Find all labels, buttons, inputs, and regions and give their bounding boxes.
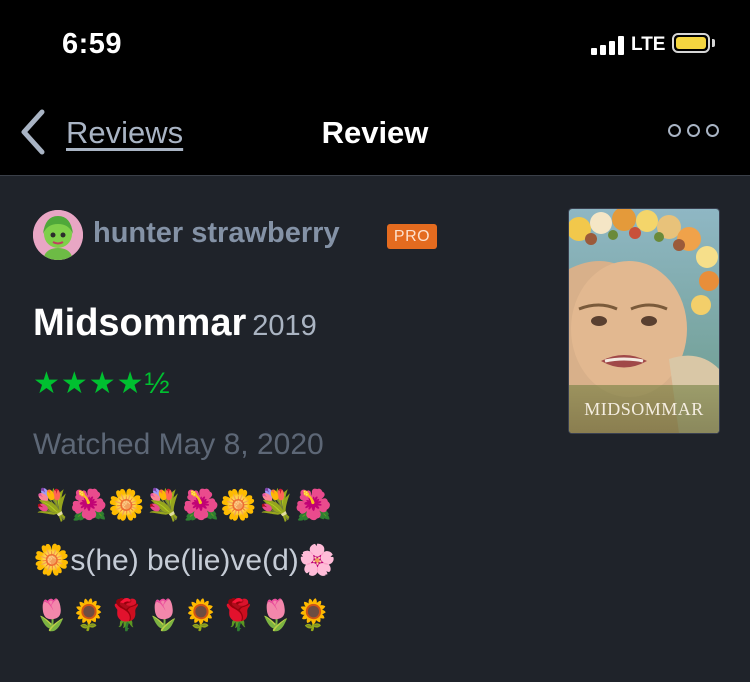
battery-tip (712, 39, 715, 47)
review-text-line: 🌷🌻🌹🌷🌻🌹🌷🌻 (33, 599, 332, 632)
film-poster[interactable]: MIDSOMMAR (568, 208, 720, 434)
pro-badge: PRO (387, 224, 437, 249)
avatar[interactable] (33, 210, 83, 260)
avatar-image (33, 210, 83, 260)
network-type: LTE (631, 34, 666, 55)
poster-title: MIDSOMMAR (584, 399, 704, 419)
more-options-icon[interactable] (668, 122, 720, 140)
battery-level (676, 37, 706, 49)
review-text-line: 💐🌺🌼💐🌺🌼💐🌺 (33, 489, 332, 522)
cellular-signal-icon (591, 36, 625, 55)
status-bar: 6:59 LTE (0, 0, 750, 88)
watched-date: Watched May 8, 2020 (33, 428, 324, 461)
battery-icon (672, 33, 710, 53)
film-heading[interactable]: Midsommar 2019 (33, 302, 317, 345)
reviewer-name[interactable]: hunter strawberry (93, 217, 340, 250)
review-text-line: 🌼s(he) be(lie)ve(d)🌸 (33, 544, 337, 577)
navigation-bar: Reviews Review (0, 88, 750, 176)
page-title: Review (321, 115, 429, 150)
status-time: 6:59 (62, 28, 123, 60)
star-rating: ★★★★½ (33, 367, 171, 400)
film-title[interactable]: Midsommar (33, 302, 246, 344)
film-year[interactable]: 2019 (252, 310, 317, 342)
